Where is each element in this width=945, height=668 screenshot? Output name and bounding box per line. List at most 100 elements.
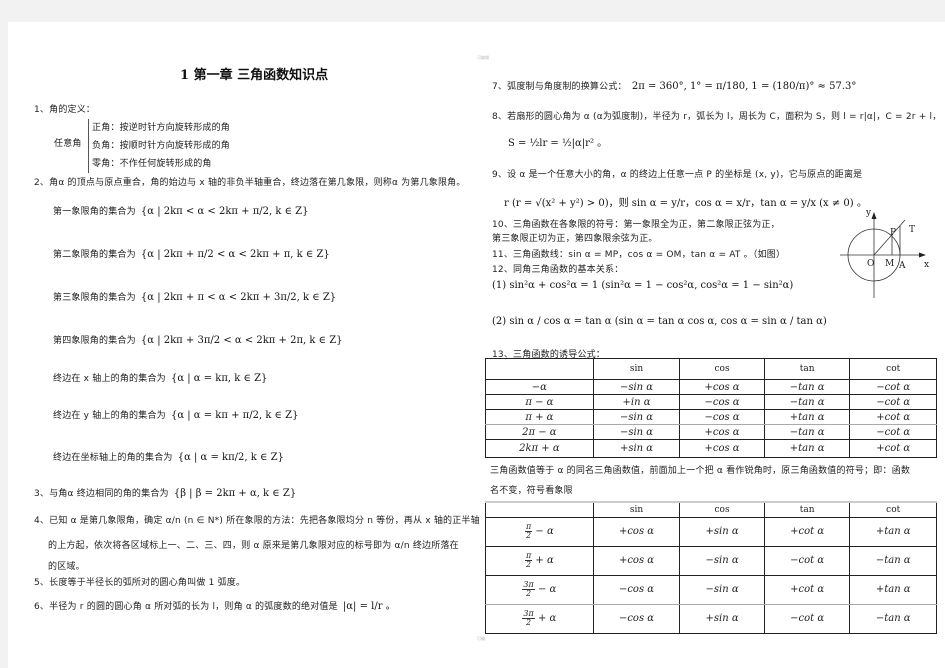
table-cell: −tan α	[849, 603, 937, 634]
section-12-formula-1: (1) sin²α + cos²α = 1 (sin²α = 1 − cos²α…	[492, 280, 794, 291]
header-cell: sin	[592, 358, 681, 380]
set-formula: {α | α = kπ, k ∈ Z}	[170, 373, 268, 384]
table-row: −α −sin α +cos α −tan α −cot α	[485, 379, 937, 395]
header-cell: cot	[849, 358, 937, 380]
section-11-text: 11、三角函数线：sin α = MP，cos α = OM，tan α = A…	[492, 250, 786, 260]
denominator: 2	[526, 589, 532, 598]
label-T: T	[909, 225, 915, 235]
quadrant-2-set: 第二象限角的集合为 {α | 2kπ + π/2 < α < 2kπ + π, …	[53, 242, 330, 261]
table-cell: +sin α	[592, 439, 681, 458]
y-axis-set: 终边在 y 轴上的角的集合为 {α | α = kπ + π/2, k ∈ Z}	[53, 403, 298, 422]
positive-angle-item: 正角：按逆时针方向旋转形成的角	[92, 123, 231, 133]
table-cell: 2π − α	[485, 424, 594, 440]
table-cell: −α	[485, 379, 594, 395]
section-6-text: 6、半径为 r 的圆的圆心角 α 所对弧的长为 l，则角 α 的弧度数的绝对值是	[34, 602, 338, 612]
table-header-row: sin cos tan cot	[485, 501, 937, 518]
table-cell: 3π 2 + α	[485, 603, 594, 634]
section-3: 3、与角α 终边相同的角的集合为 {β | β = 2kπ + α, k ∈ Z…	[34, 481, 296, 500]
y-axis-arrow-icon	[871, 212, 877, 219]
table-row: 3π 2 + α −cos α +sin α −cot α −tan α	[485, 603, 937, 634]
angle-tail: − α	[537, 584, 557, 595]
header-cell: cot	[849, 501, 937, 518]
section-2-text: 2、角α 的顶点与原点重合，角的始边与 x 轴的非负半轴重合，终边落在第几象限，…	[34, 178, 466, 188]
header-cell	[485, 358, 594, 380]
section-5-text: 5、长度等于半径长的弧所对的圆心角叫做 1 弧度。	[34, 578, 246, 588]
table-cell: +tan α	[849, 516, 937, 547]
induction-table-2: sin cos tan cot π2 − α +cos α +sin α +co…	[485, 501, 937, 634]
label-A: A	[898, 261, 906, 271]
set-formula: {α | α = kπ + π/2, k ∈ Z}	[170, 410, 299, 421]
section-12-heading: 12、同角三角函数的基本关系：	[492, 265, 624, 275]
x-axis-set: 终边在 x 轴上的角的集合为 {α | α = kπ, k ∈ Z}	[53, 366, 267, 385]
denominator: 2	[526, 560, 532, 569]
set-label: 终边在 x 轴上的角的集合为	[53, 374, 166, 384]
table-cell: −cos α	[679, 409, 765, 425]
table-cell: +cos α	[592, 545, 681, 576]
quadrant-4-set: 第四象限角的集合为 {α | 2kπ + 3π/2 < α < 2kπ + 2π…	[53, 328, 343, 347]
fraction: π2	[524, 552, 533, 569]
angle-types-list: 正角：按逆时针方向旋转形成的角 负角：按顺时针方向旋转形成的角 零角：不作任何旋…	[88, 119, 230, 173]
table-cell: −sin α	[592, 379, 681, 395]
section-6-formula: |α| = l/r 。	[342, 601, 396, 612]
table-row: 2π − α −sin α +cos α −tan α −cot α	[485, 424, 937, 440]
set-label: 终边在 y 轴上的角的集合为	[53, 411, 166, 421]
section-9-line-2: r (r = √(x² + y²) > 0)，则 sin α = y/r，cos…	[504, 198, 867, 209]
table-cell: +sin α	[679, 516, 765, 547]
section-9-line-1: 9、设 α 是一个任意大小的角，α 的终边上任意一点 P 的坐标是 (x, y)…	[492, 170, 863, 180]
table-cell: +cos α	[679, 439, 765, 458]
table-cell: +cot α	[763, 516, 851, 547]
set-formula: {α | α = kπ/2, k ∈ Z}	[177, 452, 284, 463]
table-cell: +cot α	[849, 409, 937, 425]
table-cell: +tan α	[849, 574, 937, 605]
table-cell: +cos α	[679, 424, 765, 440]
document-page: 可编辑 可编 1 第一章 三角函数知识点 1、角的定义： 任意角 正角：按逆时针…	[8, 22, 945, 668]
set-label: 第四象限角的集合为	[53, 336, 136, 346]
table-cell: +tan α	[763, 439, 851, 458]
section-8-line-1: 8、若扇形的圆心角为 α (α为弧度制)，半径为 r，弧长为 l，周长为 C，面…	[492, 112, 942, 122]
table-cell: π2 − α	[485, 516, 594, 547]
set-formula: {α | 2kπ < α < 2kπ + π/2, k ∈ Z}	[140, 206, 309, 217]
header-cell: sin	[592, 501, 681, 518]
label-M: M	[885, 259, 894, 269]
angle-tail: − α	[535, 526, 554, 537]
section-7-label: 7、弧度制与角度制的换算公式：	[492, 82, 627, 92]
zero-angle-item: 零角：不作任何旋转形成的角	[92, 159, 212, 169]
table-cell: +cos α	[679, 379, 765, 395]
table-cell: −cot α	[849, 394, 937, 410]
set-formula: {α | 2kπ + π/2 < α < 2kπ + π, k ∈ Z}	[140, 249, 330, 260]
fraction: π2	[524, 523, 533, 540]
table-cell: π − α	[485, 394, 594, 410]
set-label: 第三象限角的集合为	[53, 293, 136, 303]
set-formula: {α | 2kπ + 3π/2 < α < 2kπ + 2π, k ∈ Z}	[140, 335, 343, 346]
section-7-formula: 2π = 360°, 1° = π/180, 1 = (180/π)° ≈ 57…	[631, 81, 857, 92]
table-cell: π + α	[485, 409, 594, 425]
x-axis-arrow-icon	[919, 252, 926, 258]
negative-angle-item: 负角：按顺时针方向旋转形成的角	[92, 141, 231, 151]
table-cell: −sin α	[679, 545, 765, 576]
table-cell: +sin α	[679, 603, 765, 634]
induction-note-line-2: 名不变，符号看象限	[490, 486, 573, 496]
section-12-formula-2: (2) sin α / cos α = tan α (sin α = tan α…	[492, 316, 827, 327]
table-cell: −tan α	[763, 394, 851, 410]
table-cell: −cot α	[849, 424, 937, 440]
table-cell: −sin α	[592, 424, 681, 440]
angle-tail: + α	[537, 613, 557, 624]
section-10-line-2: 第三象限正切为正，第四象限余弦为正。	[492, 234, 658, 244]
section-3-formula: {β | β = 2kπ + α, k ∈ Z}	[173, 488, 297, 499]
unit-circle-diagram: y x O M A P T	[840, 208, 929, 298]
table-row: π2 − α +cos α +sin α +cot α +tan α	[485, 516, 937, 547]
section-1-heading: 1、角的定义：	[34, 105, 96, 115]
fraction: 3π 2	[522, 610, 535, 627]
set-label: 第二象限角的集合为	[53, 250, 136, 260]
section-4-line-3: 的区域。	[48, 562, 85, 572]
header-cell: cos	[679, 501, 765, 518]
section-3-label: 3、与角α 终边相同的角的集合为	[34, 489, 169, 499]
header-cell	[485, 501, 594, 518]
label-y: y	[865, 208, 872, 218]
section-6: 6、半径为 r 的圆的圆心角 α 所对弧的长为 l，则角 α 的弧度数的绝对值是…	[34, 594, 396, 613]
section-10-line-1: 10、三角函数在各象限的符号：第一象限全为正，第二象限正弦为正，	[492, 220, 780, 230]
table-row: 2kπ + α +sin α +cos α +tan α +cot α	[485, 439, 937, 458]
coordinate-axis-set: 终边在坐标轴上的角的集合为 {α | α = kπ/2, k ∈ Z}	[53, 445, 284, 464]
table-cell: 3π 2 − α	[485, 574, 594, 605]
table-cell: −tan α	[849, 545, 937, 576]
